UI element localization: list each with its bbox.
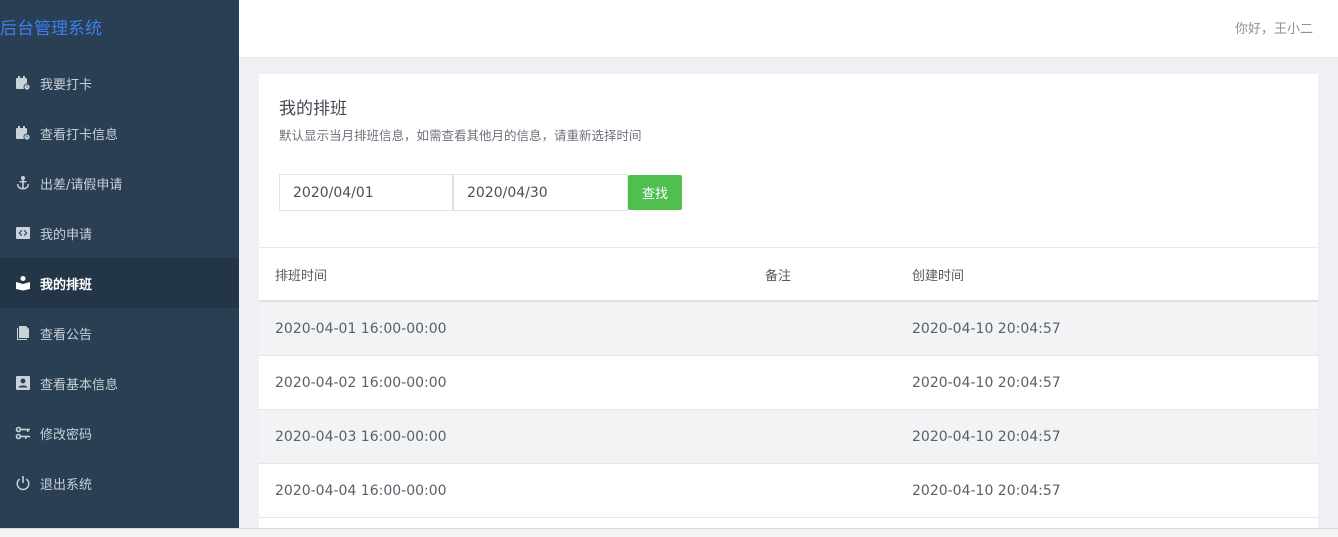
sidebar-item-leave-request[interactable]: 出差/请假申请: [0, 158, 239, 208]
table-row: 2020-04-04 16:00-00:00 2020-04-10 20:04:…: [259, 464, 1318, 518]
sidebar-item-clock-in[interactable]: 我要打卡: [0, 58, 239, 108]
cell-schedule-time: 2020-04-01 16:00-00:00: [275, 320, 447, 337]
page-title: 我的排班: [279, 99, 347, 119]
sidebar: 后台管理系统 我要打卡 查看打卡信息 出差/请假申请 我的申请 我的排班 查看公…: [0, 0, 239, 528]
sidebar-nav: 我要打卡 查看打卡信息 出差/请假申请 我的申请 我的排班 查看公告 查看基本信…: [0, 58, 239, 508]
schedule-panel: 我的排班 默认显示当月排班信息，如需查看其他月的信息，请重新选择时间 2020/…: [259, 74, 1318, 528]
calendar-clock-icon: [14, 74, 32, 92]
table-row: 2020-04-01 16:00-00:00 2020-04-10 20:04:…: [259, 302, 1318, 356]
column-header-note: 备注: [765, 268, 792, 284]
user-greeting[interactable]: 你好，王小二: [1235, 18, 1313, 37]
cell-schedule-time: 2020-04-03 16:00-00:00: [275, 428, 447, 445]
browser-status-strip: [0, 528, 1338, 537]
brand-title[interactable]: 后台管理系统: [0, 14, 102, 39]
sidebar-item-label: 查看打卡信息: [40, 127, 119, 143]
cell-created-time: 2020-04-10 20:04:57: [912, 428, 1061, 445]
sidebar-item-basic-info[interactable]: 查看基本信息: [0, 358, 239, 408]
code-square-icon: [14, 224, 32, 242]
sidebar-item-view-clock-in[interactable]: 查看打卡信息: [0, 108, 239, 158]
search-button[interactable]: 查找: [628, 175, 682, 210]
sidebar-item-logout[interactable]: 退出系统: [0, 458, 239, 508]
sidebar-item-my-applications[interactable]: 我的申请: [0, 208, 239, 258]
sidebar-item-label: 我的申请: [40, 227, 93, 243]
sidebar-item-label: 查看公告: [40, 327, 93, 343]
documents-icon: [14, 324, 32, 342]
sidebar-item-announcements[interactable]: 查看公告: [0, 308, 239, 358]
anchor-icon: [14, 174, 32, 192]
cell-created-time: 2020-04-10 20:04:57: [912, 482, 1061, 499]
table-row: 2020-04-02 16:00-00:00 2020-04-10 20:04:…: [259, 356, 1318, 410]
end-date-input[interactable]: 2020/04/30: [453, 174, 628, 211]
sidebar-item-label: 退出系统: [40, 477, 93, 493]
keys-icon: [14, 424, 32, 442]
top-bar: 你好，王小二: [239, 0, 1338, 58]
sidebar-item-label: 我的排班: [40, 277, 93, 293]
cell-schedule-time: 2020-04-02 16:00-00:00: [275, 374, 447, 391]
table-header: 排班时间 备注 创建时间: [259, 247, 1318, 302]
calendar-clock-icon: [14, 124, 32, 142]
sidebar-item-label: 我要打卡: [40, 77, 93, 93]
table-row: 2020-04-03 16:00-00:00 2020-04-10 20:04:…: [259, 410, 1318, 464]
profile-card-icon: [14, 374, 32, 392]
sidebar-item-label: 出差/请假申请: [40, 177, 123, 193]
cell-created-time: 2020-04-10 20:04:57: [912, 320, 1061, 337]
column-header-created-time: 创建时间: [912, 268, 965, 284]
start-date-input[interactable]: 2020/04/01: [279, 174, 453, 211]
sidebar-item-my-schedule[interactable]: 我的排班: [0, 258, 239, 308]
sidebar-item-label: 修改密码: [40, 427, 93, 443]
schedule-table: 排班时间 备注 创建时间 2020-04-01 16:00-00:00 2020…: [259, 247, 1318, 518]
sidebar-item-change-password[interactable]: 修改密码: [0, 408, 239, 458]
reader-icon: [14, 274, 32, 292]
power-icon: [14, 474, 32, 492]
column-header-schedule-time: 排班时间: [275, 268, 328, 284]
sidebar-item-label: 查看基本信息: [40, 377, 119, 393]
cell-created-time: 2020-04-10 20:04:57: [912, 374, 1061, 391]
page-description: 默认显示当月排班信息，如需查看其他月的信息，请重新选择时间: [279, 128, 642, 143]
cell-schedule-time: 2020-04-04 16:00-00:00: [275, 482, 447, 499]
